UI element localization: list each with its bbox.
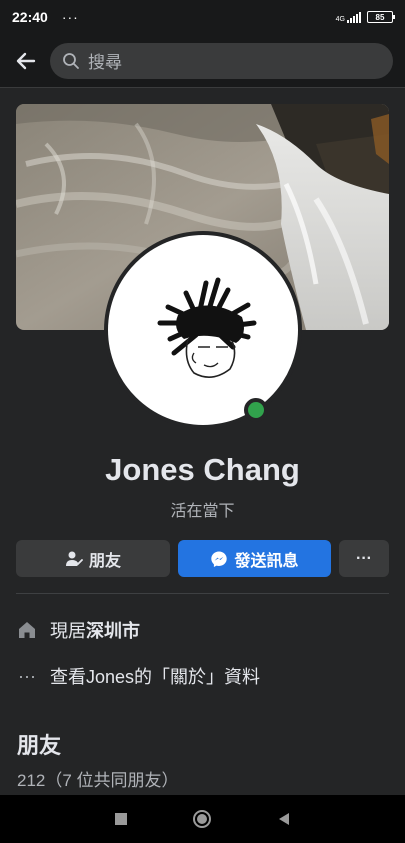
battery-icon: 85 bbox=[367, 11, 395, 23]
messenger-icon bbox=[211, 551, 228, 567]
signal-icon bbox=[347, 11, 361, 23]
more-options-button[interactable]: ··· bbox=[339, 540, 389, 577]
signal-indicator: 4G bbox=[335, 11, 361, 23]
notification-dots: ··· bbox=[61, 9, 79, 25]
friends-button[interactable]: 朋友 bbox=[16, 540, 170, 577]
friends-count: 212（7 位共同朋友） bbox=[17, 771, 179, 790]
send-message-button[interactable]: 發送訊息 bbox=[178, 540, 331, 577]
cartoon-face-icon bbox=[157, 277, 257, 378]
triangle-back-icon bbox=[279, 813, 290, 825]
search-input[interactable]: 搜尋 bbox=[50, 42, 393, 79]
profile-bio: 活在當下 bbox=[170, 503, 235, 520]
search-icon bbox=[63, 52, 79, 69]
square-icon bbox=[114, 813, 127, 825]
divider bbox=[16, 593, 389, 594]
avatar-image bbox=[108, 235, 298, 425]
friends-button-label: 朋友 bbox=[88, 552, 121, 570]
see-about-text: 查看Jones的「關於」資料 bbox=[50, 667, 261, 687]
status-icons: 4G 85 bbox=[335, 11, 395, 23]
status-time: 22:40 bbox=[12, 9, 48, 25]
back-arrow-icon bbox=[16, 52, 36, 69]
battery-level: 85 bbox=[375, 12, 385, 22]
see-about-row[interactable]: ··· 查看Jones的「關於」資料 bbox=[16, 663, 260, 689]
person-check-icon bbox=[65, 551, 83, 566]
profile-avatar[interactable] bbox=[104, 231, 302, 429]
more-dots-icon: ··· bbox=[18, 665, 36, 686]
system-nav-bar bbox=[0, 795, 405, 843]
current-city-text: 現居深圳市 bbox=[50, 617, 140, 643]
recent-apps-button[interactable] bbox=[107, 805, 135, 833]
status-bar: 22:40 ··· 4G 85 bbox=[0, 0, 405, 34]
friends-section-title: 朋友 bbox=[17, 733, 62, 758]
home-icon bbox=[16, 619, 38, 641]
circle-icon bbox=[193, 810, 212, 828]
current-city-row: 現居深圳市 bbox=[16, 617, 140, 643]
profile-name: Jones Chang bbox=[105, 452, 300, 487]
online-status-dot bbox=[244, 398, 268, 422]
back-button[interactable] bbox=[12, 47, 40, 75]
more-dots-icon: ··· bbox=[356, 549, 372, 567]
search-placeholder: 搜尋 bbox=[88, 53, 122, 72]
home-button[interactable] bbox=[188, 805, 216, 833]
back-nav-button[interactable] bbox=[270, 805, 298, 833]
search-header: 搜尋 bbox=[0, 34, 405, 88]
action-buttons: 朋友 發送訊息 ··· bbox=[16, 540, 389, 577]
current-city-prefix: 現居 bbox=[50, 621, 86, 641]
current-city-name[interactable]: 深圳市 bbox=[86, 621, 140, 641]
send-message-label: 發送訊息 bbox=[234, 552, 299, 570]
network-label: 4G bbox=[335, 15, 345, 23]
